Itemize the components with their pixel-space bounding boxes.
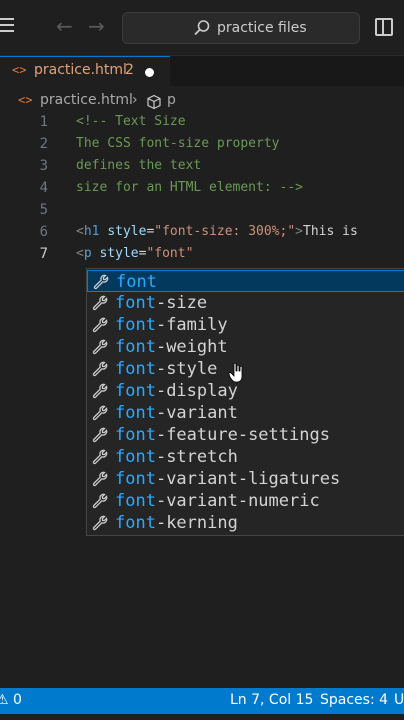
html-file-icon: <> xyxy=(18,93,33,107)
code-line[interactable]: 3 defines the text xyxy=(0,158,404,180)
bottom-strip xyxy=(0,714,404,720)
suggestion-item[interactable]: font xyxy=(87,270,404,292)
suggestion-item[interactable]: font-variant-ligatures xyxy=(87,468,404,490)
suggestion-label: font-weight xyxy=(115,337,228,357)
wrench-property-icon xyxy=(92,361,108,377)
code-line[interactable]: 4 size for an HTML element: --> xyxy=(0,180,404,202)
code-text: The CSS font-size property xyxy=(76,136,280,151)
suggestion-item[interactable]: font-family xyxy=(87,314,404,336)
suggestion-label: font-variant-numeric xyxy=(115,491,320,511)
chevron-right-icon: › xyxy=(132,92,138,108)
wrench-property-icon xyxy=(92,449,108,465)
tab-practice-html[interactable]: <> practice.html 2 xyxy=(0,56,170,86)
autocomplete-suggestions: font font-size font-family font-weight font-… xyxy=(86,268,404,536)
line-number: 7 xyxy=(39,246,48,262)
suggestion-item[interactable]: font-variant-numeric xyxy=(87,490,404,512)
suggestion-label: font-style xyxy=(115,359,218,379)
breadcrumb-file[interactable]: practice.html xyxy=(40,92,133,108)
unsaved-dot-icon[interactable] xyxy=(145,68,154,77)
suggestion-item[interactable]: font-style xyxy=(87,358,404,380)
status-bar: ⚠ 0 Ln 7, Col 15 Spaces: 4 U xyxy=(0,688,404,714)
command-center-search[interactable]: practice files xyxy=(122,12,360,44)
suggestion-label: font-size xyxy=(115,293,208,313)
suggestion-label: font-display xyxy=(115,381,238,401)
suggestion-label: font-stretch xyxy=(115,447,238,467)
suggestion-label: font-family xyxy=(115,315,228,335)
code-line[interactable]: 7 <p style="font" xyxy=(0,246,404,268)
search-text: practice files xyxy=(217,20,307,36)
mouse-pointer-icon xyxy=(228,362,243,383)
wrench-property-icon xyxy=(92,427,108,443)
suggestion-label: font-variant xyxy=(115,403,238,423)
suggestion-label: font-kerning xyxy=(115,513,238,533)
wrench-property-icon xyxy=(92,339,108,355)
line-number: 3 xyxy=(39,158,48,174)
suggestion-item[interactable]: font-display xyxy=(87,380,404,402)
tab-problem-count: 2 xyxy=(125,62,134,78)
suggestion-label: font xyxy=(116,272,157,292)
suggestion-item[interactable]: font-kerning xyxy=(87,512,404,534)
title-bar: ← → practice files xyxy=(0,0,404,56)
element-cube-icon xyxy=(147,94,161,110)
cursor-position[interactable]: Ln 7, Col 15 xyxy=(230,692,313,708)
wrench-property-icon xyxy=(92,295,108,311)
tab-label: practice.html xyxy=(34,62,127,78)
code-line[interactable]: 1 <!-- Text Size xyxy=(0,114,404,136)
suggestion-item[interactable]: font-weight xyxy=(87,336,404,358)
line-number: 5 xyxy=(39,202,48,218)
toggle-sidebar-icon[interactable] xyxy=(375,18,393,36)
suggestion-item[interactable]: font-variant xyxy=(87,402,404,424)
forward-arrow-icon[interactable]: → xyxy=(88,14,105,38)
code-text: defines the text xyxy=(76,158,202,173)
search-icon xyxy=(194,20,210,36)
wrench-property-icon xyxy=(92,515,108,531)
wrench-property-icon xyxy=(92,383,108,399)
suggestion-item[interactable]: font-feature-settings xyxy=(87,424,404,446)
code-text: <p style="font" xyxy=(76,246,194,261)
wrench-property-icon xyxy=(92,471,108,487)
html-file-icon: <> xyxy=(12,63,27,77)
breadcrumb: <> practice.html › p xyxy=(0,90,404,112)
back-arrow-icon[interactable]: ← xyxy=(56,14,73,38)
code-text: <!-- Text Size xyxy=(76,114,186,129)
indentation-setting[interactable]: Spaces: 4 xyxy=(320,692,388,708)
suggestion-label: font-feature-settings xyxy=(115,425,330,445)
code-text: <h1 style="font-size: 300%;">This is xyxy=(76,224,358,239)
wrench-property-icon xyxy=(92,317,108,333)
line-number: 1 xyxy=(39,114,48,130)
code-text: size for an HTML element: --> xyxy=(76,180,303,195)
wrench-property-icon xyxy=(92,493,108,509)
line-number: 4 xyxy=(39,180,48,196)
problems-indicator[interactable]: ⚠ 0 xyxy=(0,692,22,708)
code-line[interactable]: 2 The CSS font-size property xyxy=(0,136,404,158)
line-number: 6 xyxy=(39,224,48,240)
suggestion-item[interactable]: font-stretch xyxy=(87,446,404,468)
hamburger-menu-icon[interactable] xyxy=(0,18,14,34)
encoding-setting[interactable]: U xyxy=(394,692,404,708)
code-line[interactable]: 6 <h1 style="font-size: 300%;">This is xyxy=(0,224,404,246)
line-number: 2 xyxy=(39,136,48,152)
breadcrumb-element[interactable]: p xyxy=(167,92,176,108)
suggestion-item[interactable]: font-size xyxy=(87,292,404,314)
code-line[interactable]: 5 xyxy=(0,202,404,224)
suggestion-label: font-variant-ligatures xyxy=(115,469,341,489)
wrench-property-icon xyxy=(92,405,108,421)
wrench-property-icon xyxy=(93,274,109,290)
tab-bar: <> practice.html 2 xyxy=(0,56,404,86)
